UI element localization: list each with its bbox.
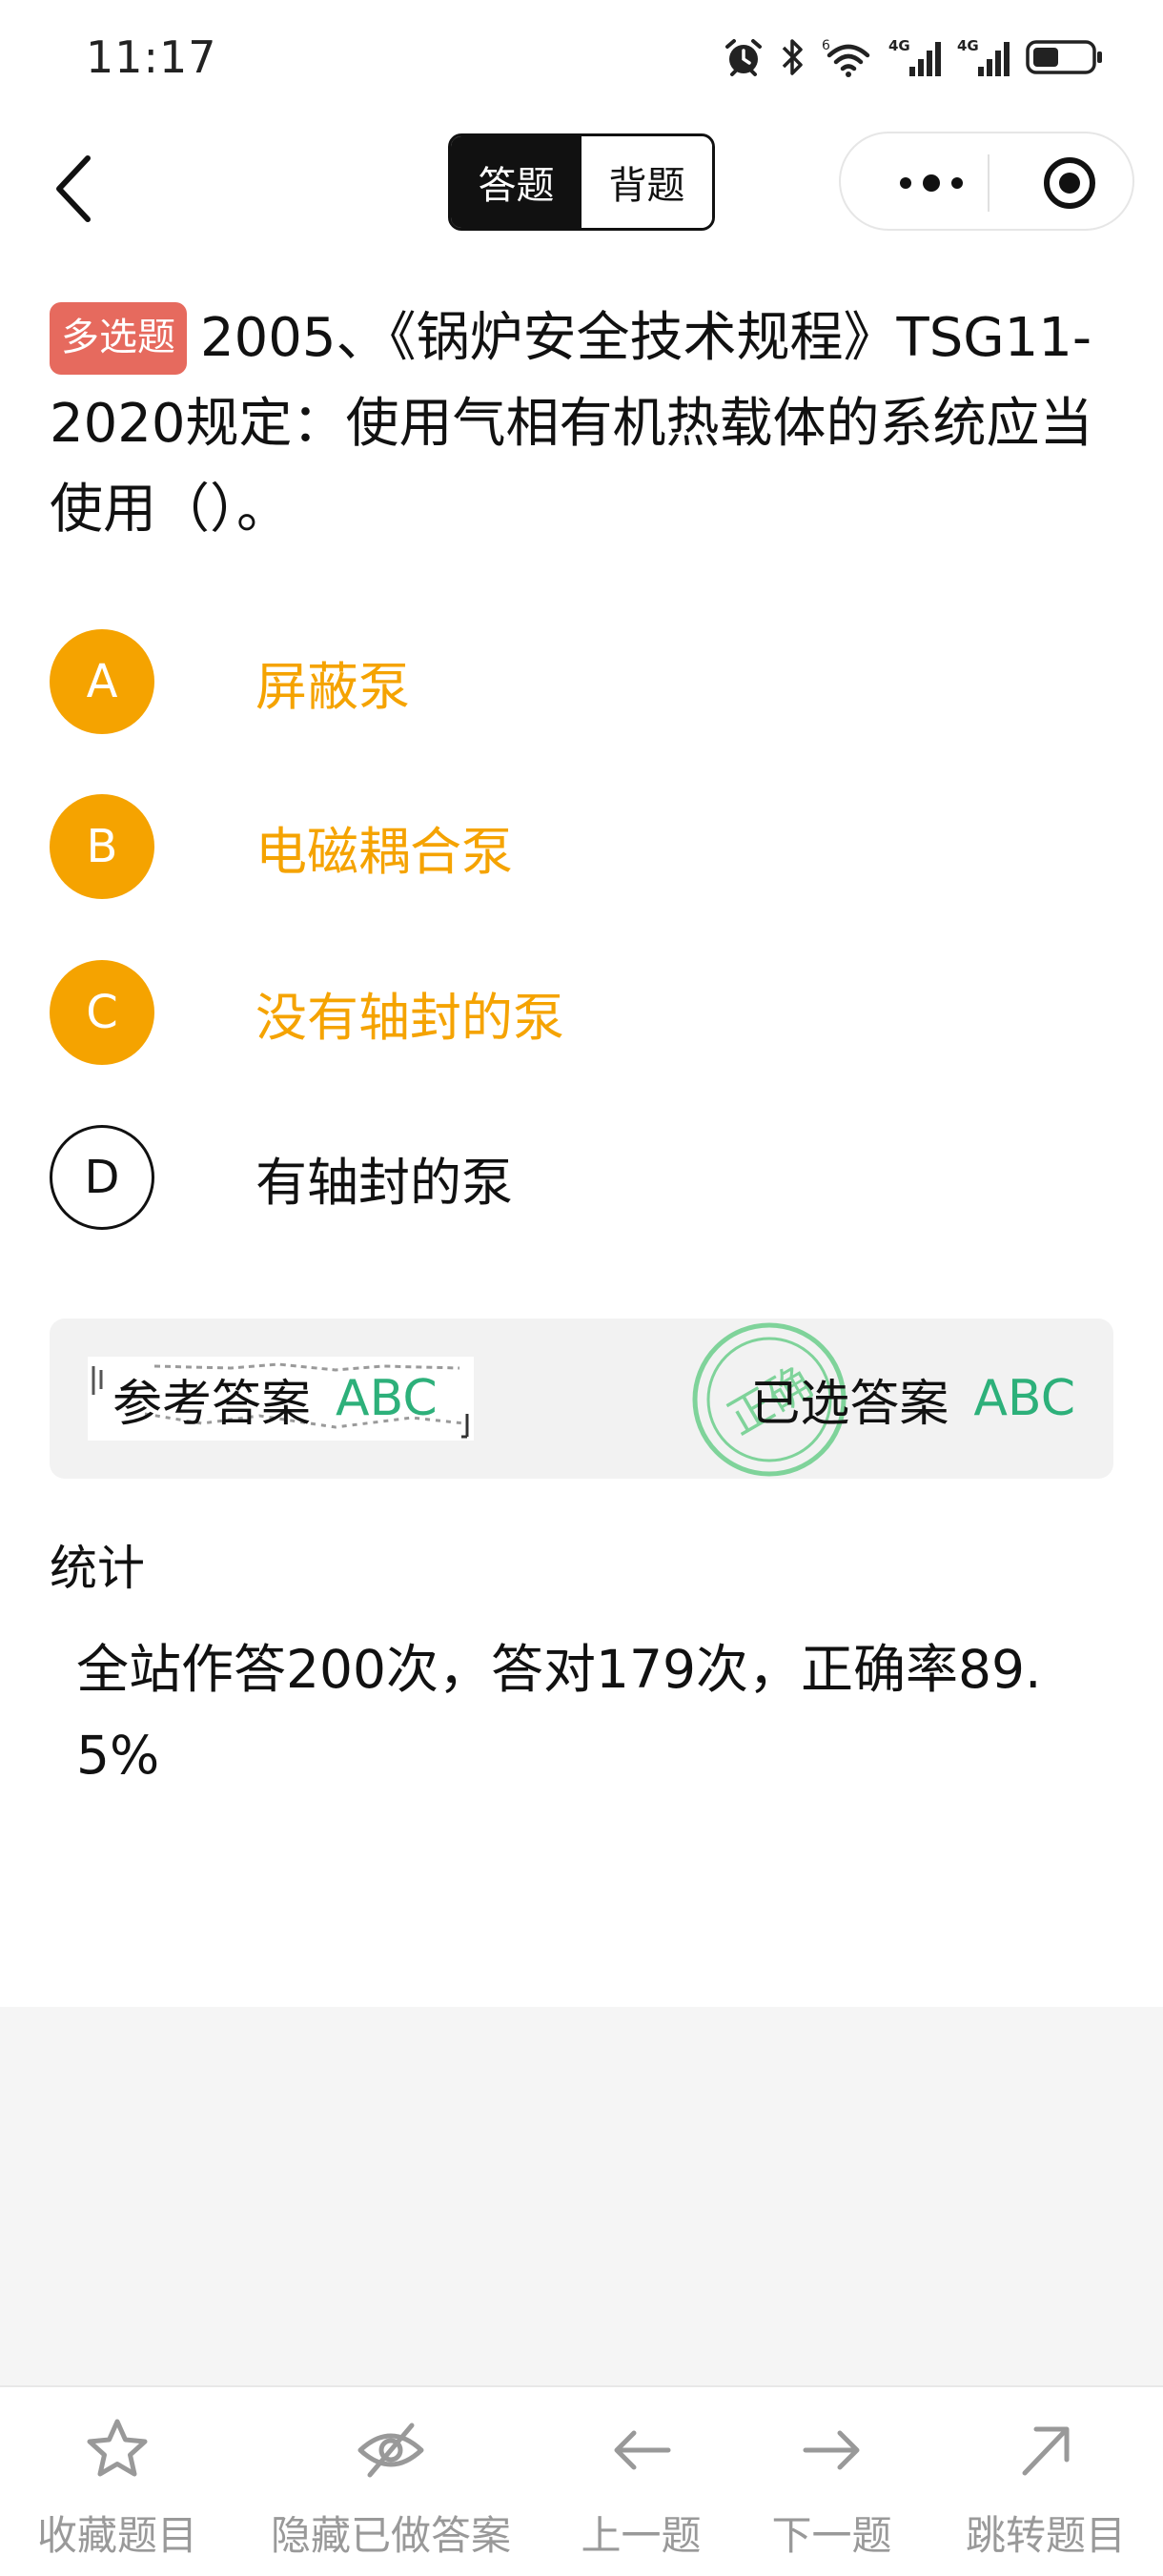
mode-switch: 答题 背题 xyxy=(448,133,715,231)
chosen-answer-label: 已选答案 xyxy=(750,1375,949,1433)
option-text: 屏蔽泵 xyxy=(255,656,410,717)
wifi-icon: 6 xyxy=(822,38,870,77)
jump-question-label: 跳转题目 xyxy=(965,2512,1126,2559)
nav-bar: 答题 背题 xyxy=(0,124,1163,238)
option-letter: A xyxy=(50,629,154,734)
alarm-icon xyxy=(725,39,762,76)
hide-answered-label: 隐藏已做答案 xyxy=(270,2512,511,2559)
reference-answer: 参考答案 ABC xyxy=(88,1357,474,1441)
option-c[interactable]: C 没有轴封的泵 xyxy=(50,960,1117,1065)
eye-hide-icon xyxy=(357,2423,424,2478)
star-icon xyxy=(87,2419,148,2477)
option-text: 有轴封的泵 xyxy=(255,1152,513,1213)
hide-answered-button[interactable]: 隐藏已做答案 xyxy=(267,2387,515,2576)
stats-title-text: 统计 xyxy=(50,1541,145,1596)
next-question-label: 下一题 xyxy=(771,2512,892,2559)
option-d[interactable]: D 有轴封的泵 xyxy=(50,1125,1117,1230)
bottom-toolbar: 收藏题目 隐藏已做答案 上一题 下一题 跳转题目 xyxy=(0,2385,1163,2574)
stats-title: 统计 xyxy=(50,1530,156,1605)
status-time: 11:17 xyxy=(86,31,217,83)
back-button[interactable] xyxy=(48,151,105,227)
option-text: 没有轴封的泵 xyxy=(255,987,564,1048)
arrow-left-icon xyxy=(614,2430,670,2470)
option-letter: D xyxy=(50,1125,154,1230)
favorite-button[interactable]: 收藏题目 xyxy=(36,2387,198,2576)
chevron-left-icon xyxy=(56,155,91,222)
status-bar: 11:17 6 4G 4G xyxy=(0,0,1163,114)
answer-box: 参考答案 ABC 正确 已选答案 ABC xyxy=(50,1319,1113,1479)
arrow-right-icon xyxy=(803,2430,859,2470)
arrow-up-right-icon xyxy=(1022,2426,1070,2476)
stats-text: 全站作答200次，答对179次，正确率89.5% xyxy=(76,1639,1042,1786)
content-footer-area xyxy=(0,2007,1163,2385)
chosen-answer-value: ABC xyxy=(973,1370,1075,1427)
question-text: 多选题 2005、《锅炉安全技术规程》TSG11-2020规定：使用气相有机热载体… xyxy=(50,296,1127,553)
battery-icon xyxy=(1026,40,1102,74)
svg-text:4G: 4G xyxy=(957,37,979,54)
option-a[interactable]: A 屏蔽泵 xyxy=(50,629,1117,734)
question-body: 2005、《锅炉安全技术规程》TSG11-2020规定：使用气相有机热载体的系统… xyxy=(50,307,1093,541)
jump-question-button[interactable]: 跳转题目 xyxy=(965,2387,1127,2576)
next-question-button[interactable]: 下一题 xyxy=(771,2387,892,2576)
bluetooth-icon xyxy=(782,39,803,75)
option-b[interactable]: B 电磁耦合泵 xyxy=(50,794,1117,899)
miniapp-capsule xyxy=(839,132,1134,231)
signal-4g-icon: 4G xyxy=(888,37,941,76)
reference-answer-value: ABC xyxy=(336,1370,438,1427)
more-icon[interactable] xyxy=(879,154,984,212)
option-letter: B xyxy=(50,794,154,899)
option-text: 电磁耦合泵 xyxy=(255,821,513,882)
tab-answer[interactable]: 答题 xyxy=(451,136,582,228)
favorite-label: 收藏题目 xyxy=(36,2512,197,2559)
prev-question-button[interactable]: 上一题 xyxy=(581,2387,702,2576)
question-type-badge: 多选题 xyxy=(50,302,187,375)
tab-recite[interactable]: 背题 xyxy=(582,136,712,228)
svg-text:4G: 4G xyxy=(888,37,910,54)
reference-answer-label: 参考答案 xyxy=(112,1375,312,1433)
prev-question-label: 上一题 xyxy=(581,2512,702,2559)
signal-4g-icon: 4G xyxy=(957,37,1010,76)
capsule-divider xyxy=(988,154,990,212)
target-icon[interactable] xyxy=(1041,154,1098,212)
option-letter: C xyxy=(50,960,154,1065)
svg-text:6: 6 xyxy=(822,38,830,53)
chosen-answer: 已选答案 ABC xyxy=(750,1357,1075,1441)
status-icons: 6 4G 4G xyxy=(723,36,1104,78)
